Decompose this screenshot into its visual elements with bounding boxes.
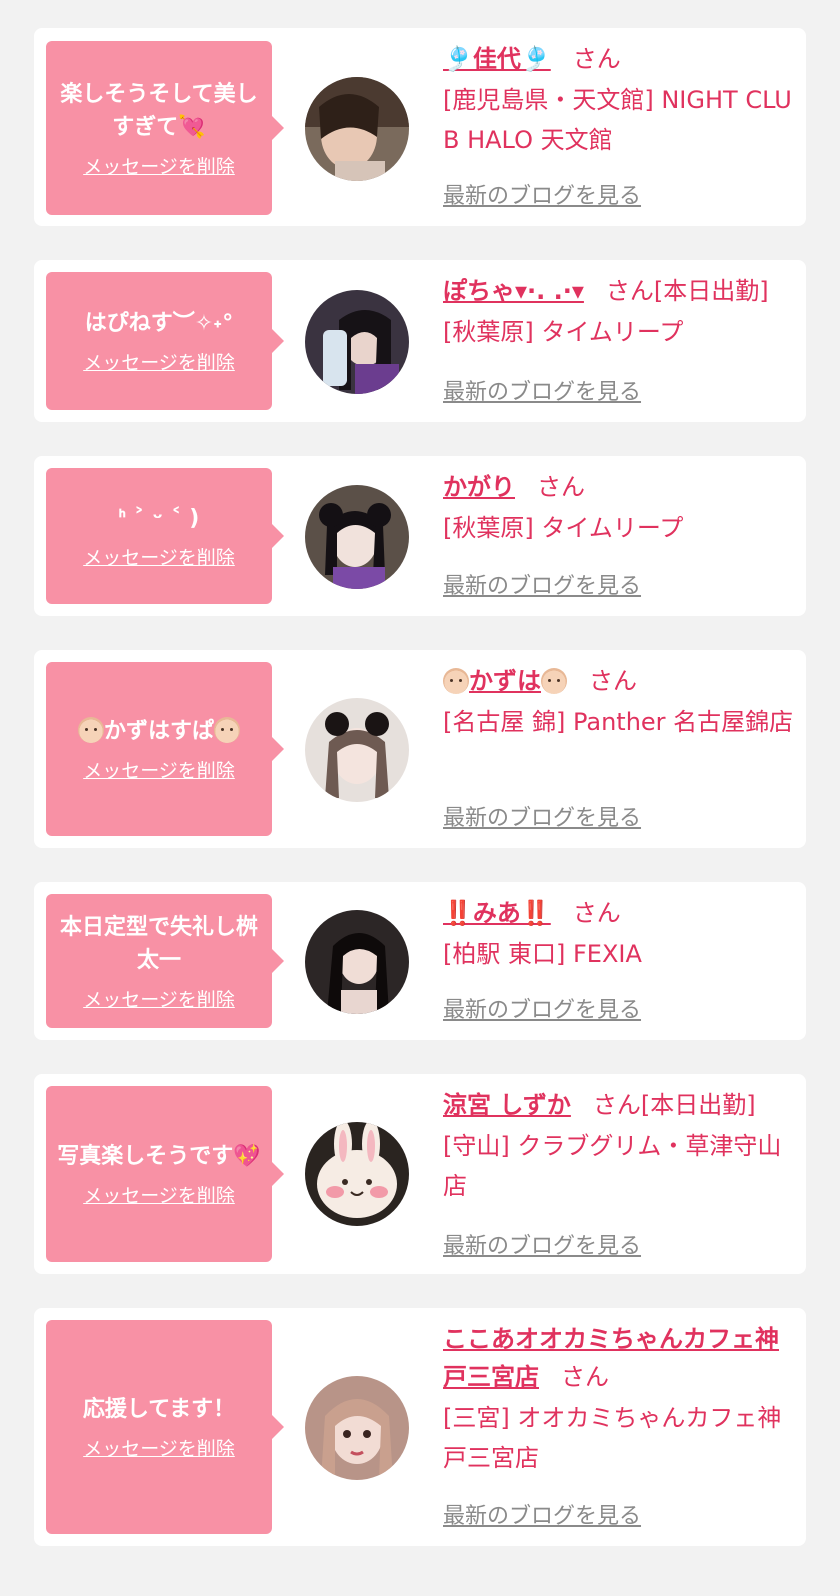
honorific: さん bbox=[592, 1091, 641, 1119]
message-text: かずはすぱ bbox=[103, 719, 214, 744]
shop-name: [秋葉原] タイムリープ bbox=[443, 318, 684, 346]
message-bubble: 楽しそうそして美しすぎて💘 メッセージを削除 bbox=[46, 41, 284, 215]
honorific: さん bbox=[605, 277, 654, 305]
cast-name-link[interactable]: 涼宮 しずか bbox=[443, 1091, 571, 1119]
message-text: ᑋ ˃ ᵕ ˂ ) bbox=[118, 506, 200, 531]
delete-message-link[interactable]: メッセージを削除 bbox=[83, 756, 235, 783]
message-text-with-emoji: かずはすぱ bbox=[77, 715, 240, 748]
avatar[interactable] bbox=[305, 290, 409, 394]
cast-info: 涼宮 しずか さん[本日出勤] [守山] クラブグリム・草津守山店 bbox=[443, 1086, 795, 1206]
delete-message-link[interactable]: メッセージを削除 bbox=[83, 985, 235, 1012]
cast-name-text: かずは bbox=[469, 667, 541, 695]
cast-name-link[interactable]: ぽちゃ▾·. .·▾ bbox=[443, 277, 584, 305]
message-card: ᑋ ˃ ᵕ ˂ ) メッセージを削除 かがり さん [秋葉原] タイムリープ 最新… bbox=[34, 456, 806, 616]
shop-name: [守山] クラブグリム・草津守山店 bbox=[443, 1132, 782, 1200]
cast-info: ここあオオカミちゃんカフェ神戸三宮店 さん [三宮] オオカミちゃんカフェ神戸三宮… bbox=[443, 1320, 795, 1478]
delete-message-link[interactable]: メッセージを削除 bbox=[83, 152, 235, 179]
shop-name: [秋葉原] タイムリープ bbox=[443, 514, 684, 542]
baby-emoji-icon bbox=[541, 668, 567, 694]
delete-message-link[interactable]: メッセージを削除 bbox=[83, 348, 235, 375]
cast-info: かがり さん [秋葉原] タイムリープ bbox=[443, 468, 795, 548]
shop-name: [柏駅 東口] FEXIA bbox=[443, 940, 642, 968]
message-bubble: 写真楽しそうです💖 メッセージを削除 bbox=[46, 1086, 284, 1262]
avatar[interactable] bbox=[305, 1376, 409, 1480]
avatar[interactable] bbox=[305, 77, 409, 181]
baby-emoji-icon bbox=[443, 668, 469, 694]
baby-emoji-icon bbox=[77, 717, 104, 743]
latest-blog-link[interactable]: 最新のブログを見る bbox=[443, 374, 641, 406]
message-text: 楽しそうそして美しすぎて💘 bbox=[60, 81, 258, 140]
delete-message-link[interactable]: メッセージを削除 bbox=[83, 1434, 235, 1461]
cast-info: かずは さん [名古屋 錦] Panther 名古屋錦店 bbox=[443, 662, 795, 742]
latest-blog-link[interactable]: 最新のブログを見る bbox=[443, 1228, 641, 1260]
cast-name-link[interactable]: 🎐佳代🎐 bbox=[443, 45, 551, 73]
baby-emoji-icon bbox=[214, 717, 240, 743]
message-bubble: はぴねす︶✧˖° メッセージを削除 bbox=[46, 272, 284, 410]
avatar[interactable] bbox=[305, 910, 409, 1014]
avatar[interactable] bbox=[305, 698, 409, 802]
status-badge: [本日出勤] bbox=[653, 277, 769, 305]
message-text: 本日定型で失礼し桝太一 bbox=[59, 914, 258, 973]
message-bubble: ᑋ ˃ ᵕ ˂ ) メッセージを削除 bbox=[46, 468, 284, 604]
message-card: 本日定型で失礼し桝太一 メッセージを削除 ‼️みあ‼️ さん [柏駅 東口] FE… bbox=[34, 882, 806, 1040]
avatar[interactable] bbox=[305, 1122, 409, 1226]
message-card: 楽しそうそして美しすぎて💘 メッセージを削除 🎐佳代🎐 さん [鹿児島県・天文館]… bbox=[34, 28, 806, 226]
honorific: さん bbox=[561, 1363, 609, 1391]
honorific: さん bbox=[572, 899, 621, 927]
cast-info: ぽちゃ▾·. .·▾ さん[本日出勤] [秋葉原] タイムリープ bbox=[443, 272, 795, 352]
avatar[interactable] bbox=[305, 485, 409, 589]
cast-info: ‼️みあ‼️ さん [柏駅 東口] FEXIA bbox=[443, 894, 795, 974]
message-card: 応援してます！ メッセージを削除 ここあオオカミちゃんカフェ神戸三宮店 さん [三… bbox=[34, 1308, 806, 1546]
honorific: さん bbox=[537, 473, 585, 501]
message-text: 応援してます！ bbox=[82, 1397, 236, 1422]
shop-name: [名古屋 錦] Panther 名古屋錦店 bbox=[443, 708, 794, 736]
honorific: さん bbox=[572, 45, 621, 73]
shop-name: [鹿児島県・天文館] NIGHT CLUB HALO 天文館 bbox=[443, 86, 792, 154]
shop-name: [三宮] オオカミちゃんカフェ神戸三宮店 bbox=[443, 1404, 782, 1472]
latest-blog-link[interactable]: 最新のブログを見る bbox=[443, 568, 641, 600]
status-badge: [本日出勤] bbox=[640, 1091, 756, 1119]
honorific: さん bbox=[589, 667, 637, 695]
latest-blog-link[interactable]: 最新のブログを見る bbox=[443, 800, 641, 832]
message-card: 写真楽しそうです💖 メッセージを削除 涼宮 しずか さん[本日出勤] [守山] ク… bbox=[34, 1074, 806, 1274]
message-bubble: かずはすぱ メッセージを削除 bbox=[46, 662, 284, 836]
cast-name-link[interactable]: ‼️みあ‼️ bbox=[443, 899, 551, 927]
message-bubble: 応援してます！ メッセージを削除 bbox=[46, 1320, 284, 1534]
delete-message-link[interactable]: メッセージを削除 bbox=[83, 543, 235, 570]
delete-message-link[interactable]: メッセージを削除 bbox=[83, 1181, 235, 1208]
message-card: かずはすぱ メッセージを削除 かずは さん [名古屋 錦] Panther 名古屋… bbox=[34, 650, 806, 848]
cast-name-link[interactable]: かずは bbox=[443, 667, 567, 695]
message-text: はぴねす︶✧˖° bbox=[84, 311, 234, 336]
latest-blog-link[interactable]: 最新のブログを見る bbox=[443, 992, 641, 1024]
message-bubble: 本日定型で失礼し桝太一 メッセージを削除 bbox=[46, 894, 284, 1028]
latest-blog-link[interactable]: 最新のブログを見る bbox=[443, 178, 641, 210]
cast-info: 🎐佳代🎐 さん [鹿児島県・天文館] NIGHT CLUB HALO 天文館 bbox=[443, 40, 795, 160]
cast-name-link[interactable]: かがり bbox=[443, 473, 515, 501]
message-text: 写真楽しそうです💖 bbox=[57, 1144, 261, 1169]
cast-name-link[interactable]: ここあオオカミちゃんカフェ神戸三宮店 bbox=[443, 1325, 779, 1391]
message-card: はぴねす︶✧˖° メッセージを削除 ぽちゃ▾·. .·▾ さん[本日出勤] [秋葉… bbox=[34, 260, 806, 422]
latest-blog-link[interactable]: 最新のブログを見る bbox=[443, 1498, 641, 1530]
